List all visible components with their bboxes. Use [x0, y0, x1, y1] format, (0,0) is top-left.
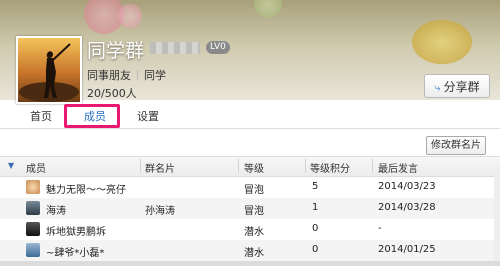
share-icon: ⤷	[434, 81, 441, 94]
member-points: 5	[312, 181, 319, 192]
member-name: ~肆爷*小磊*	[46, 248, 105, 259]
decor-leaf	[412, 20, 472, 64]
member-count: 20/500人	[87, 87, 137, 100]
column-header-card[interactable]: 群名片	[145, 160, 175, 175]
column-divider	[305, 159, 306, 173]
decor-flower	[118, 4, 142, 28]
member-table-header: ▼ 成员 群名片 等级 等级积分 最后发言	[0, 156, 500, 177]
column-divider	[372, 159, 373, 173]
column-divider	[140, 159, 141, 173]
member-last-speak: 2014/03/23	[378, 181, 436, 192]
member-name: 魅力无限～～亮仔	[46, 185, 126, 196]
avatar	[26, 201, 40, 215]
member-level: 潜水	[244, 248, 264, 259]
column-header-points[interactable]: 等级积分	[310, 160, 350, 175]
sort-arrow-icon[interactable]: ▼	[8, 161, 14, 170]
avatar	[26, 222, 40, 236]
group-level-badge: LV0	[206, 41, 230, 54]
member-level: 冒泡	[244, 185, 264, 196]
member-last-speak: 2014/01/25	[378, 244, 436, 255]
group-tag[interactable]: 同事朋友	[87, 69, 131, 82]
member-name: 坼地獄男鹏坼	[46, 227, 106, 238]
table-row[interactable]: 海涛 孙海涛 冒泡 1 2014/03/28	[0, 198, 500, 219]
group-id-redacted	[150, 42, 200, 54]
tab-settings[interactable]: 设置	[137, 108, 159, 124]
tab-members-highlight	[64, 104, 120, 128]
member-level: 冒泡	[244, 206, 264, 217]
table-scrollbar[interactable]	[494, 175, 500, 261]
member-name: 海涛	[46, 206, 66, 217]
avatar	[26, 180, 40, 194]
member-last-speak: 2014/03/28	[378, 202, 436, 213]
tag-divider	[137, 70, 138, 80]
column-header-level[interactable]: 等级	[244, 160, 264, 175]
share-group-label: 分享群	[443, 80, 480, 94]
tab-home[interactable]: 首页	[30, 108, 52, 124]
group-avatar	[16, 36, 82, 104]
edit-group-card-button[interactable]: 修改群名片	[426, 136, 486, 155]
member-level: 潜水	[244, 227, 264, 238]
group-name: 同学群	[87, 40, 145, 62]
table-row[interactable]: 坼地獄男鹏坼 潜水 0 -	[0, 219, 500, 240]
column-header-last-speak[interactable]: 最后发言	[378, 160, 418, 175]
column-header-member[interactable]: 成员	[26, 160, 46, 175]
table-row[interactable]: 魅力无限～～亮仔 冒泡 5 2014/03/23	[0, 177, 500, 198]
member-points: 0	[312, 244, 319, 255]
member-points: 1	[312, 202, 319, 213]
share-group-button[interactable]: ⤷ 分享群	[424, 74, 490, 98]
column-divider	[238, 159, 239, 173]
avatar	[26, 243, 40, 257]
group-tag[interactable]: 同学	[144, 69, 166, 82]
table-row[interactable]: ~肆爷*小磊* 潜水 0 2014/01/25	[0, 240, 500, 261]
member-last-speak: -	[378, 223, 382, 234]
member-points: 0	[312, 223, 319, 234]
group-tags: 同事朋友 同学	[87, 67, 166, 83]
decor-flower	[254, 0, 282, 18]
window-bottom-edge	[0, 261, 500, 266]
member-card: 孙海涛	[145, 206, 175, 217]
